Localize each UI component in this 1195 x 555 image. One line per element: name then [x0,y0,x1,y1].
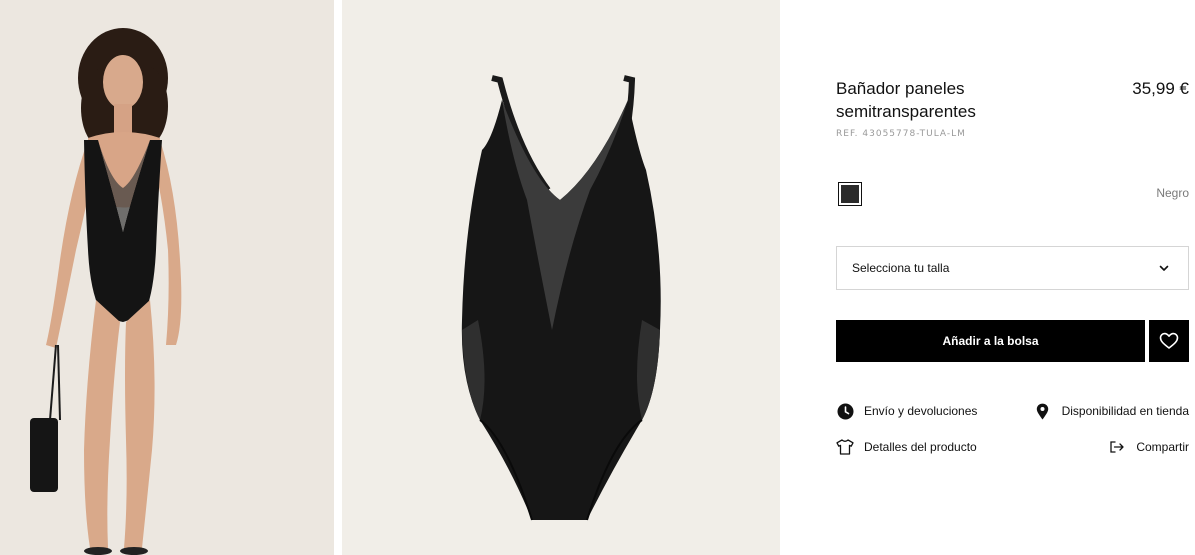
product-info-panel: Bañador paneles semitransparentes 35,99 … [836,0,1189,555]
product-details-link[interactable]: Detalles del producto [836,437,977,457]
heart-icon [1159,332,1179,349]
share-label: Compartir [1136,440,1189,454]
shipping-returns-label: Envío y devoluciones [864,404,978,418]
chevron-down-icon [1159,265,1169,271]
share-link[interactable]: Compartir [1108,437,1189,457]
tshirt-icon [836,438,854,456]
size-select-label: Selecciona tu talla [852,261,950,275]
selected-color-name: Negro [1156,186,1189,200]
store-availability-label: Disponibilidad en tienda [1061,404,1189,418]
product-reference: REF. 43055778-TULA-LM [836,129,966,139]
product-image-model[interactable] [0,0,334,555]
product-details-label: Detalles del producto [864,440,977,454]
size-select-dropdown[interactable]: Selecciona tu talla [836,246,1189,290]
model-photo [0,0,334,555]
add-to-favorites-button[interactable] [1149,320,1189,362]
product-image-flat[interactable] [342,0,780,555]
clock-icon [836,402,854,420]
product-title: Bañador paneles semitransparentes [836,79,976,121]
swimsuit-photo [342,0,780,555]
store-availability-link[interactable]: Disponibilidad en tienda [1034,401,1189,421]
color-swatch-negro[interactable] [838,182,862,206]
share-icon [1108,438,1126,456]
add-to-bag-button[interactable]: Añadir a la bolsa [836,320,1145,362]
color-swatch-fill [841,185,859,203]
shipping-returns-link[interactable]: Envío y devoluciones [836,401,977,421]
location-pin-icon [1034,402,1052,420]
product-price: 35,99 € [1132,79,1189,98]
